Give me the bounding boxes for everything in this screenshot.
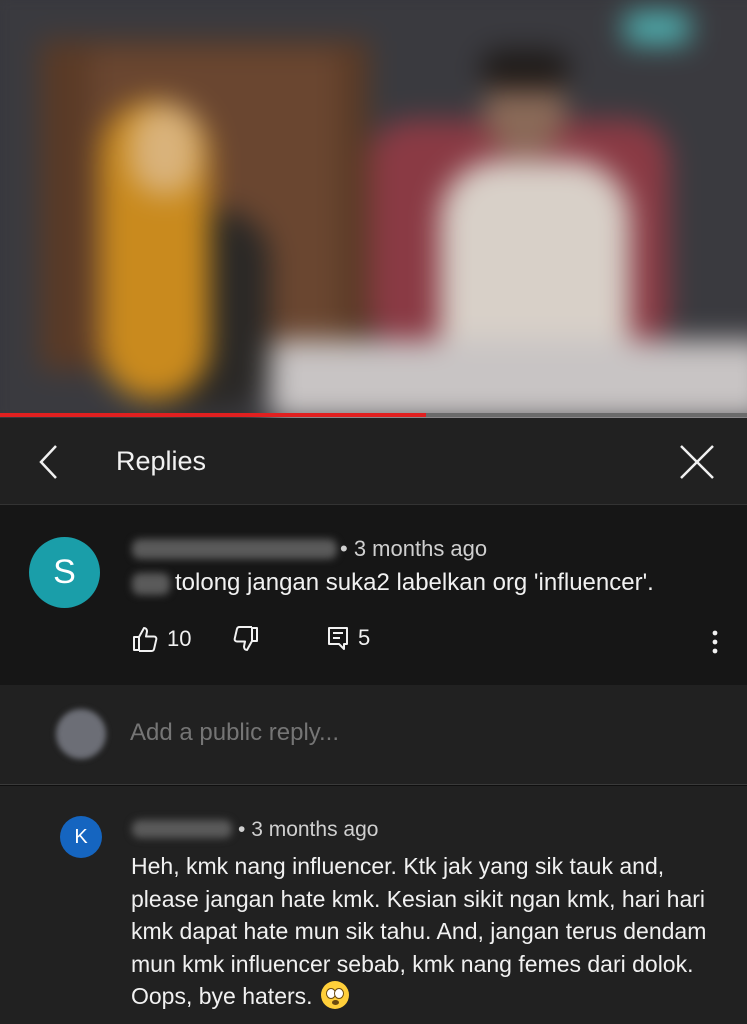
thumbs-down-icon [233, 626, 258, 651]
comment-timestamp: • 3 months ago [340, 536, 488, 561]
eye-roll-emoji-icon [320, 981, 349, 1009]
like-count: 10 [167, 626, 192, 651]
avatar-letter: K [74, 825, 88, 848]
blurred-video-frame [0, 0, 747, 418]
replies-button[interactable]: 5 [326, 625, 370, 651]
more-vert-icon [712, 630, 718, 654]
page-title: Replies [116, 446, 207, 476]
comment-icon [328, 627, 348, 650]
reply-input[interactable] [130, 719, 690, 747]
video-progress-fill [0, 413, 426, 417]
reply-comment: K • 3 months ago Heh, kmk nang influence… [0, 786, 747, 1024]
more-options-button[interactable] [705, 627, 725, 657]
close-button[interactable] [672, 440, 722, 484]
redacted-mention [132, 573, 170, 595]
video-progress-bar[interactable] [0, 413, 747, 417]
chevron-left-icon [39, 445, 57, 479]
reply-count: 5 [358, 625, 371, 650]
replies-header: Replies [0, 418, 747, 505]
thumbs-up-icon [133, 627, 158, 652]
user-avatar [56, 709, 106, 759]
video-player[interactable] [0, 0, 747, 418]
parent-comment: S • 3 months ago tolong jangan suka2 lab… [0, 505, 747, 685]
close-icon [680, 445, 714, 479]
reply-timestamp: • 3 months ago [238, 818, 379, 841]
back-button[interactable] [26, 440, 70, 484]
redacted-author-name [132, 539, 337, 559]
avatar-letter: S [53, 553, 76, 591]
dislike-button[interactable] [232, 625, 260, 653]
reply-text: Heh, kmk nang influencer. Ktk jak yang s… [131, 853, 707, 1009]
avatar[interactable]: K [60, 816, 102, 858]
avatar[interactable]: S [29, 537, 100, 608]
like-button[interactable]: 10 [131, 625, 191, 653]
redacted-author-name [132, 820, 232, 838]
reply-input-row [0, 685, 747, 785]
comment-text: tolong jangan suka2 labelkan org 'influe… [175, 569, 654, 596]
